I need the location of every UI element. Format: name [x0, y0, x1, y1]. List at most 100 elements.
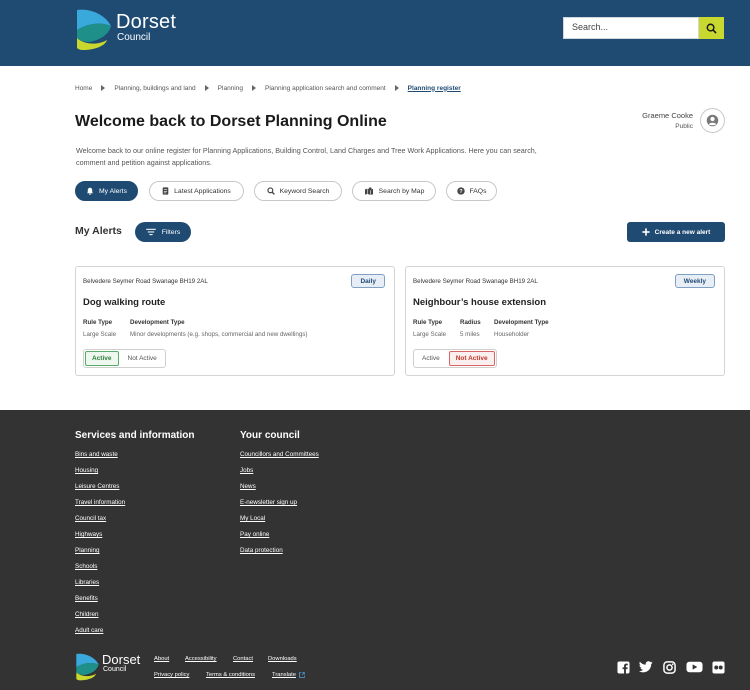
breadcrumb-home[interactable]: Home [75, 85, 92, 92]
status-not-active-option[interactable]: Not Active [448, 351, 495, 366]
footer-link[interactable]: Bins and waste [75, 450, 194, 466]
user-name: Graeme Cooke [642, 111, 693, 120]
footer-link[interactable]: Schools [75, 562, 194, 578]
flickr-icon[interactable] [711, 660, 725, 674]
alert-address: Belvedere Seymer Road Swanage BH19 2AL [413, 278, 538, 285]
footer-heading: Services and information [75, 430, 195, 441]
footer-link[interactable]: News [240, 482, 319, 498]
footer-link[interactable]: Jobs [240, 466, 319, 482]
search-icon [706, 23, 717, 34]
logo-word-dorset: Dorset [116, 11, 177, 33]
tab-my-alerts[interactable]: My Alerts [75, 181, 138, 201]
alert-address: Belvedere Seymer Road Swanage BH19 2AL [83, 278, 208, 285]
footer-link[interactable]: Benefits [75, 594, 194, 610]
footer-link-accessibility[interactable]: Accessibility [185, 656, 217, 662]
breadcrumb: Home Planning, buildings and land Planni… [75, 82, 461, 94]
footer-link-translate[interactable]: Translate [272, 672, 296, 678]
logo-word-council: Council [117, 32, 151, 43]
meta-value: Large Scale [83, 331, 117, 338]
footer-link[interactable]: Travel information [75, 498, 194, 514]
footer-link[interactable]: Planning [75, 546, 194, 562]
meta-value: 5 miles [460, 331, 480, 338]
footer-link[interactable]: My Local [240, 514, 319, 530]
status-active-option[interactable]: Active [85, 351, 119, 366]
breadcrumb-arrow-icon [101, 85, 106, 91]
meta-value: Householder [494, 331, 530, 338]
breadcrumb-arrow-icon [394, 85, 399, 91]
status-toggle: Active Not Active [413, 349, 497, 368]
status-active-option[interactable]: Active [415, 351, 447, 366]
question-icon: ? [456, 187, 465, 195]
create-alert-button[interactable]: Create a new alert [627, 222, 725, 242]
meta-label: Rule Type [413, 319, 443, 326]
footer-link[interactable]: Pay online [240, 530, 319, 546]
site-footer: Services and information Bins and waste … [0, 410, 750, 690]
filters-button[interactable]: Filters [135, 222, 191, 242]
status-toggle: Active Not Active [83, 349, 166, 368]
footer-link-privacy[interactable]: Privacy policy [154, 672, 189, 678]
status-not-active-option[interactable]: Not Active [121, 351, 164, 366]
twitter-icon[interactable] [639, 660, 653, 674]
footer-link[interactable]: Adult care [75, 626, 194, 642]
tab-latest-applications[interactable]: Latest Applications [149, 181, 244, 201]
footer-link-about[interactable]: About [154, 656, 169, 662]
meta-value: Minor developments (e.g. shops, commerci… [130, 331, 308, 338]
footer-link-contact[interactable]: Contact [233, 656, 253, 662]
breadcrumb-arrow-icon [204, 85, 209, 91]
footer-link[interactable]: Leisure Centres [75, 482, 194, 498]
search-icon [266, 187, 275, 195]
meta-radius: Radius 5 miles [460, 319, 481, 338]
meta-rule-type: Rule Type Large Scale [413, 319, 446, 338]
plus-icon [642, 228, 650, 236]
page-intro: Welcome back to our online register for … [76, 146, 537, 167]
logo-word-council: Council [103, 666, 127, 673]
logo-word-dorset: Dorset [102, 652, 141, 667]
tab-keyword-search[interactable]: Keyword Search [254, 181, 342, 201]
meta-development-type: Development Type Householder [494, 319, 549, 338]
footer-link[interactable]: E-newsletter sign up [240, 498, 319, 514]
footer-link-downloads[interactable]: Downloads [268, 656, 297, 662]
dorset-council-logo[interactable]: Dorset Council [75, 8, 179, 50]
site-header: Dorset Council Search... [0, 0, 750, 66]
meta-label: Development Type [130, 319, 185, 326]
footer-link[interactable]: Council tax [75, 514, 194, 530]
footer-link[interactable]: Data protection [240, 546, 319, 562]
meta-value: Large Scale [413, 331, 447, 338]
tab-faqs[interactable]: ? FAQs [446, 181, 497, 201]
facebook-icon[interactable] [616, 660, 630, 674]
breadcrumb-application-search[interactable]: Planning application search and comment [265, 85, 386, 92]
tab-label: Search by Map [378, 187, 425, 195]
footer-logo[interactable]: Dorset Council [75, 652, 147, 682]
footer-link[interactable]: Children [75, 610, 194, 626]
footer-link[interactable]: Libraries [75, 578, 194, 594]
logo-mark-icon [77, 9, 111, 50]
search-button[interactable] [699, 17, 724, 39]
footer-heading: Your council [240, 430, 300, 441]
footer-link[interactable]: Councillors and Committees [240, 450, 319, 466]
tab-label: FAQs [469, 187, 487, 195]
instagram-icon[interactable] [662, 660, 676, 674]
tab-label: My Alerts [99, 187, 127, 195]
user-circle-icon [706, 114, 719, 127]
frequency-badge: Weekly [674, 274, 715, 288]
user-account-button[interactable] [700, 108, 725, 133]
breadcrumb-planning-buildings-land[interactable]: Planning, buildings and land [114, 85, 195, 92]
map-icon [364, 187, 373, 195]
tab-search-by-map[interactable]: Search by Map [352, 181, 436, 201]
breadcrumb-planning-register[interactable]: Planning register [408, 85, 461, 92]
youtube-icon[interactable] [686, 660, 703, 674]
svg-text:?: ? [459, 189, 463, 195]
alert-card[interactable]: Belvedere Seymer Road Swanage BH19 2AL D… [75, 266, 395, 376]
section-title-my-alerts: My Alerts [75, 225, 122, 237]
page-title: Welcome back to Dorset Planning Online [75, 113, 387, 130]
tab-label: Latest Applications [174, 187, 231, 195]
meta-label: Rule Type [83, 319, 113, 326]
footer-link[interactable]: Highways [75, 530, 194, 546]
alert-title: Neighbour’s house extension [413, 297, 547, 308]
search-input[interactable]: Search... [563, 17, 699, 39]
footer-link[interactable]: Housing [75, 466, 194, 482]
alert-card[interactable]: Belvedere Seymer Road Swanage BH19 2AL W… [405, 266, 725, 376]
footer-link-terms[interactable]: Terms & conditions [206, 672, 255, 678]
filters-label: Filters [161, 228, 181, 236]
breadcrumb-planning[interactable]: Planning [218, 85, 243, 92]
